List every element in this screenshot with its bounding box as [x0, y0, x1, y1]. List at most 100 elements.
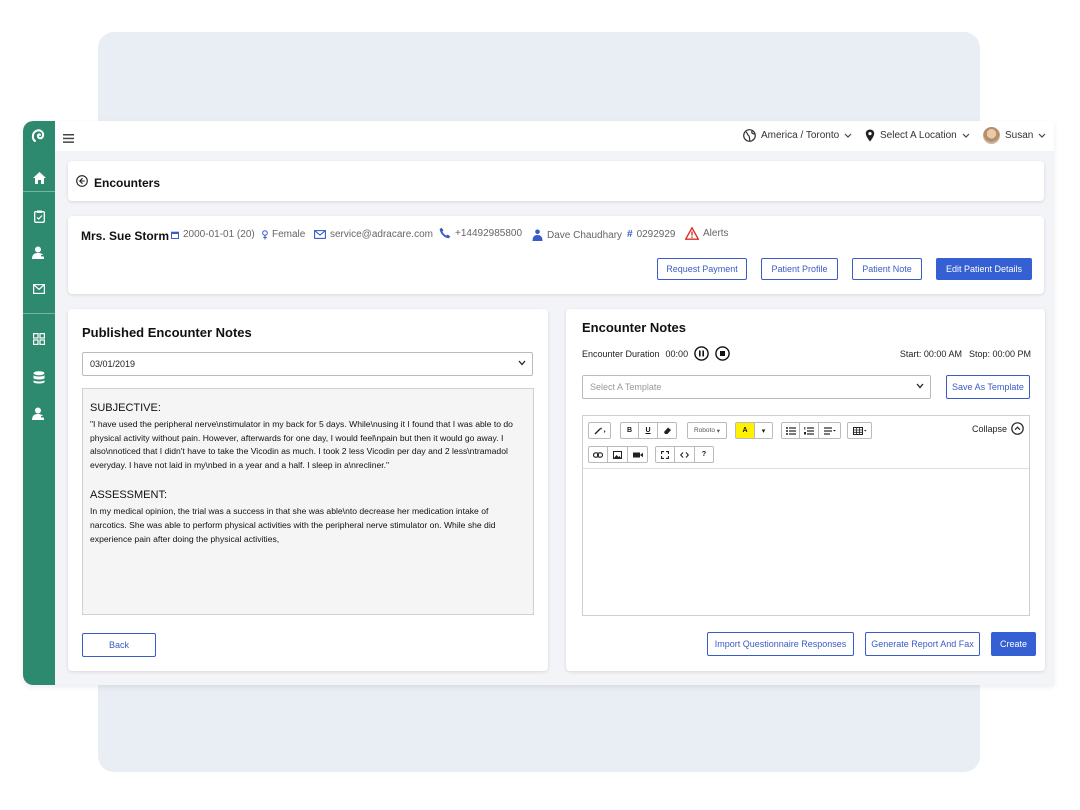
- image-button[interactable]: [608, 446, 628, 463]
- published-notes-title: Published Encounter Notes: [82, 325, 252, 340]
- alerts-label: Alerts: [703, 228, 729, 239]
- chevron-down-icon: [916, 383, 924, 389]
- import-questionnaire-button[interactable]: Import Questionnaire Responses: [707, 632, 854, 656]
- edit-patient-details-button[interactable]: Edit Patient Details: [936, 258, 1032, 280]
- patient-id: # 0292929: [627, 229, 676, 240]
- link-icon: [593, 451, 603, 458]
- back-arrow-icon[interactable]: [76, 175, 88, 187]
- encounters-header: Encounters: [68, 161, 1044, 201]
- link-button[interactable]: [588, 446, 608, 463]
- code-view-button[interactable]: [675, 446, 695, 463]
- warning-icon: [685, 227, 699, 240]
- editor-toolbar: B U Roboto ▾ A ▾ ? Collapse: [583, 416, 1029, 469]
- clipboard-icon[interactable]: [23, 204, 55, 228]
- save-as-template-button[interactable]: Save As Template: [946, 375, 1030, 399]
- subjective-heading: SUBJECTIVE:: [90, 402, 161, 414]
- published-date-select[interactable]: 03/01/2019: [82, 352, 533, 376]
- globe-icon: [743, 129, 756, 142]
- numbered-list-icon: [804, 426, 814, 435]
- patient-phone[interactable]: +14492985800: [439, 227, 522, 239]
- home-icon[interactable]: [23, 166, 55, 190]
- help-button[interactable]: ?: [695, 446, 714, 463]
- template-placeholder: Select A Template: [590, 382, 662, 392]
- assessment-heading: ASSESSMENT:: [90, 489, 168, 502]
- patient-email[interactable]: service@adracare.com: [314, 229, 433, 240]
- rich-text-editor: B U Roboto ▾ A ▾ ? Collapse: [582, 415, 1030, 616]
- align-dropdown-button[interactable]: [819, 422, 841, 439]
- hash-icon: #: [627, 229, 633, 240]
- request-payment-button[interactable]: Request Payment: [657, 258, 747, 280]
- patient-provider: Dave Chaudhary: [532, 229, 622, 241]
- chevron-down-icon: [962, 133, 970, 138]
- mail-icon[interactable]: [23, 277, 55, 301]
- fullscreen-button[interactable]: [655, 446, 675, 463]
- table-button[interactable]: [847, 422, 872, 439]
- patient-note-button[interactable]: Patient Note: [852, 258, 922, 280]
- published-date-value: 03/01/2019: [90, 359, 136, 369]
- stop-icon[interactable]: [715, 346, 730, 361]
- phone-value: +14492985800: [455, 227, 523, 239]
- video-button[interactable]: [628, 446, 648, 463]
- template-select[interactable]: Select A Template: [582, 375, 931, 399]
- stop-time: Stop: 00:00 PM: [968, 349, 1031, 359]
- underline-button[interactable]: U: [639, 422, 658, 439]
- font-family-select[interactable]: Roboto ▾: [687, 422, 727, 439]
- pause-icon[interactable]: [694, 346, 709, 361]
- avatar: [983, 127, 1000, 144]
- user-menu[interactable]: Susan: [983, 127, 1046, 144]
- patient-gender: Female: [262, 229, 305, 240]
- font-name-label: Roboto: [693, 427, 715, 434]
- editor-content-area[interactable]: [583, 470, 1029, 615]
- sidebar: [23, 121, 55, 685]
- bulleted-list-button[interactable]: [781, 422, 800, 439]
- patient-alerts[interactable]: Alerts: [685, 227, 729, 240]
- align-icon: [823, 426, 836, 435]
- bulleted-list-icon: [785, 426, 796, 435]
- gender-value: Female: [272, 229, 306, 240]
- patient-icon[interactable]: [23, 240, 55, 264]
- list-group: [781, 422, 841, 439]
- generate-report-fax-button[interactable]: Generate Report And Fax: [865, 632, 980, 656]
- published-note-content: SUBJECTIVE: "I have used the peripheral …: [82, 388, 534, 615]
- sidebar-divider: [23, 191, 55, 192]
- published-notes-card: Published Encounter Notes 03/01/2019 SUB…: [68, 309, 548, 671]
- numbered-list-button[interactable]: [800, 422, 819, 439]
- database-icon[interactable]: [23, 365, 55, 389]
- eraser-button[interactable]: [658, 422, 677, 439]
- video-icon: [632, 452, 643, 457]
- chevron-up-circle-icon: [1011, 422, 1024, 435]
- text-style-group: B U: [620, 422, 677, 439]
- location-selector[interactable]: Select A Location: [865, 129, 970, 142]
- assessment-text: In my medical opinion, the trial was a s…: [90, 506, 496, 544]
- email-value: service@adracare.com: [330, 229, 433, 240]
- sidebar-divider: [23, 313, 55, 314]
- encounter-times: Start: 00:00 AM Stop: 00:00 PM: [900, 349, 1031, 359]
- chevron-down-icon: [1038, 133, 1046, 138]
- encounter-notes-title: Encounter Notes: [582, 320, 687, 335]
- duration-value: 00:00: [665, 348, 689, 359]
- highlight-dropdown-button[interactable]: ▾: [755, 422, 773, 439]
- phone-icon: [439, 227, 451, 239]
- patient-profile-button[interactable]: Patient Profile: [761, 258, 838, 280]
- doctor-icon: [532, 229, 543, 241]
- app-logo-icon[interactable]: [23, 121, 55, 151]
- magic-format-button[interactable]: [588, 422, 611, 439]
- location-pin-icon: [865, 129, 875, 142]
- timezone-selector[interactable]: America / Toronto: [743, 129, 852, 142]
- highlight-color-button[interactable]: A: [735, 422, 755, 439]
- collapse-toggle[interactable]: Collapse: [972, 422, 1024, 435]
- bold-button[interactable]: B: [620, 422, 639, 439]
- image-icon: [613, 450, 622, 459]
- mail-icon: [314, 230, 326, 239]
- table-icon: [852, 426, 867, 435]
- back-button[interactable]: Back: [82, 633, 156, 657]
- dashboard-icon[interactable]: [23, 327, 55, 351]
- dob-value: 2000-01-01 (20): [183, 229, 255, 240]
- fullscreen-icon: [661, 450, 669, 459]
- user-name: Susan: [1005, 130, 1034, 141]
- staff-icon[interactable]: [23, 401, 55, 425]
- encounter-notes-card: Encounter Notes Encounter Duration 00:00…: [566, 309, 1045, 671]
- hamburger-menu-icon[interactable]: [63, 130, 75, 143]
- create-button[interactable]: Create: [991, 632, 1036, 656]
- timezone-label: America / Toronto: [761, 130, 840, 141]
